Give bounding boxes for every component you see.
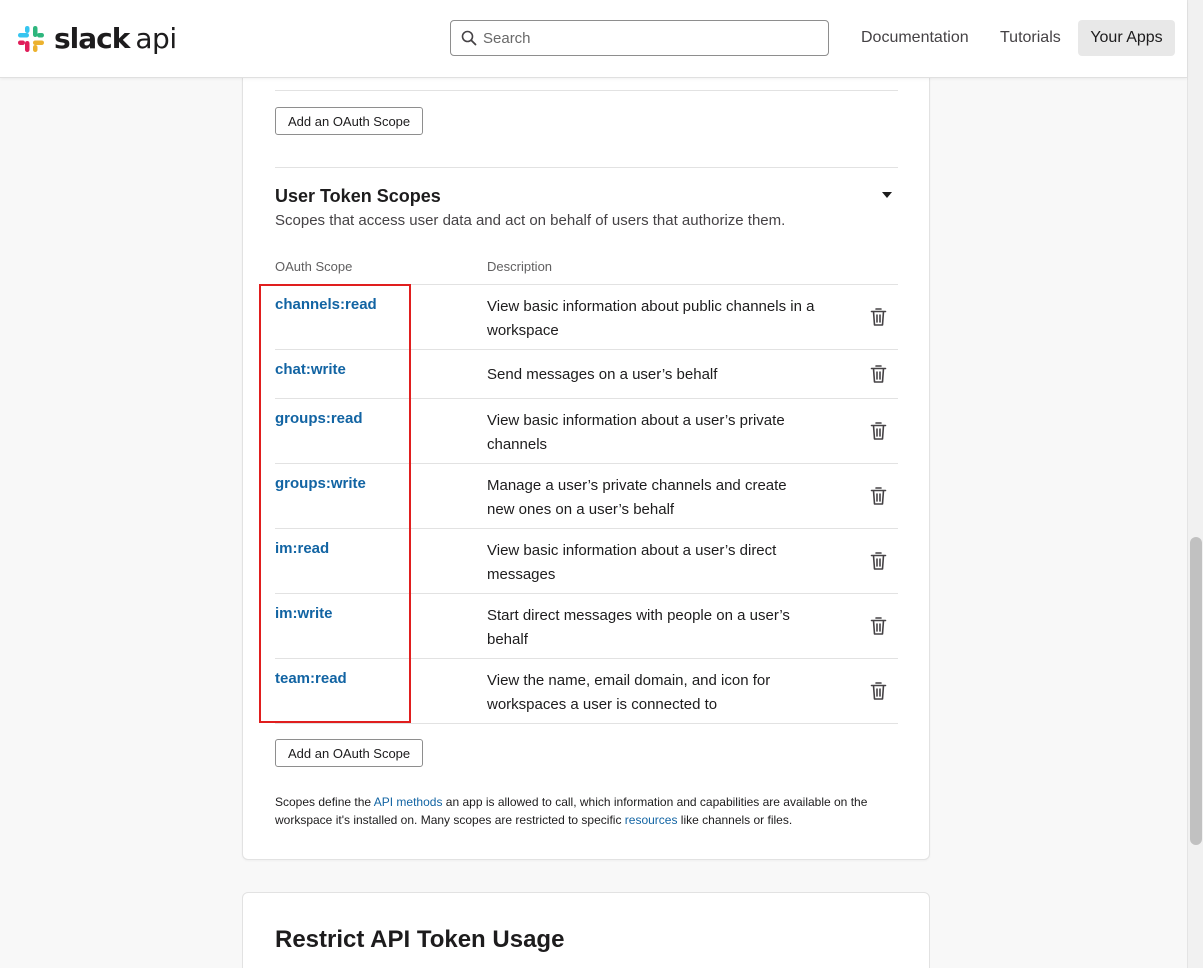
trash-icon[interactable] bbox=[870, 486, 887, 506]
scope-row: groups:write Manage a user’s private cha… bbox=[275, 464, 898, 529]
scope-description: Start direct messages with people on a u… bbox=[487, 607, 790, 648]
scope-name-link[interactable]: im:write bbox=[275, 605, 333, 622]
scope-row: im:write Start direct messages with peop… bbox=[275, 594, 898, 659]
scope-name-link[interactable]: groups:write bbox=[275, 475, 366, 492]
column-header-description: Description bbox=[487, 259, 553, 274]
scope-description: View basic information about public chan… bbox=[487, 298, 815, 339]
trash-icon[interactable] bbox=[870, 364, 887, 384]
divider bbox=[275, 90, 898, 91]
top-nav: slack api Documentation Tutorials Your A… bbox=[0, 0, 1187, 78]
api-methods-link[interactable]: API methods bbox=[374, 795, 443, 809]
search-box[interactable] bbox=[450, 20, 829, 56]
scope-name-link[interactable]: channels:read bbox=[275, 296, 377, 313]
divider bbox=[275, 167, 898, 168]
scrollbar-thumb[interactable] bbox=[1190, 537, 1202, 845]
scope-description: View basic information about a user’s di… bbox=[487, 542, 777, 583]
column-header-scope: OAuth Scope bbox=[275, 259, 353, 274]
scope-row: chat:write Send messages on a user’s beh… bbox=[275, 350, 898, 399]
footnote-text: like channels or files. bbox=[677, 813, 793, 827]
add-user-scope-button[interactable]: Add an OAuth Scope bbox=[275, 739, 424, 767]
trash-icon[interactable] bbox=[870, 616, 887, 636]
scope-name-link[interactable]: team:read bbox=[275, 670, 347, 687]
user-token-scopes-title: User Token Scopes bbox=[275, 186, 441, 206]
nav-your-apps[interactable]: Your Apps bbox=[1078, 20, 1175, 56]
scope-name-link[interactable]: im:read bbox=[275, 540, 329, 557]
scopes-footnote: Scopes define the API methods an app is … bbox=[275, 793, 898, 829]
scope-description: View basic information about a user’s pr… bbox=[487, 412, 785, 453]
scope-description: Send messages on a user’s behalf bbox=[487, 366, 718, 383]
nav-documentation[interactable]: Documentation bbox=[861, 27, 969, 49]
restrict-token-title: Restrict API Token Usage bbox=[275, 926, 565, 953]
slack-logo-icon bbox=[18, 26, 44, 52]
scope-description: View the name, email domain, and icon fo… bbox=[487, 672, 771, 713]
search-input[interactable] bbox=[483, 29, 813, 47]
restrict-token-card: Restrict API Token Usage bbox=[242, 892, 930, 968]
search-icon bbox=[461, 30, 477, 46]
logo-wordmark: slack bbox=[54, 22, 130, 55]
scope-row: channels:read View basic information abo… bbox=[275, 285, 898, 350]
scope-row: team:read View the name, email domain, a… bbox=[275, 659, 898, 724]
scope-name-link[interactable]: groups:read bbox=[275, 410, 363, 427]
scope-description: Manage a user’s private channels and cre… bbox=[487, 477, 787, 518]
trash-icon[interactable] bbox=[870, 307, 887, 327]
trash-icon[interactable] bbox=[870, 551, 887, 571]
add-bot-scope-button[interactable]: Add an OAuth Scope bbox=[275, 107, 424, 135]
logo-suffix: api bbox=[135, 22, 177, 55]
scope-row: groups:read View basic information about… bbox=[275, 399, 898, 464]
scopes-card: Add an OAuth Scope User Token Scopes Sco… bbox=[242, 40, 930, 860]
scope-row: im:read View basic information about a u… bbox=[275, 529, 898, 594]
page-scrollbar[interactable] bbox=[1187, 0, 1203, 968]
scope-name-link[interactable]: chat:write bbox=[275, 361, 346, 378]
trash-icon[interactable] bbox=[870, 421, 887, 441]
nav-tutorials[interactable]: Tutorials bbox=[1000, 27, 1061, 49]
footnote-text: Scopes define the bbox=[275, 795, 374, 809]
user-token-scopes-description: Scopes that access user data and act on … bbox=[275, 212, 786, 229]
trash-icon[interactable] bbox=[870, 681, 887, 701]
collapse-caret-icon[interactable] bbox=[881, 191, 893, 199]
slack-api-logo[interactable]: slack api bbox=[16, 22, 177, 56]
resources-link[interactable]: resources bbox=[625, 813, 678, 827]
